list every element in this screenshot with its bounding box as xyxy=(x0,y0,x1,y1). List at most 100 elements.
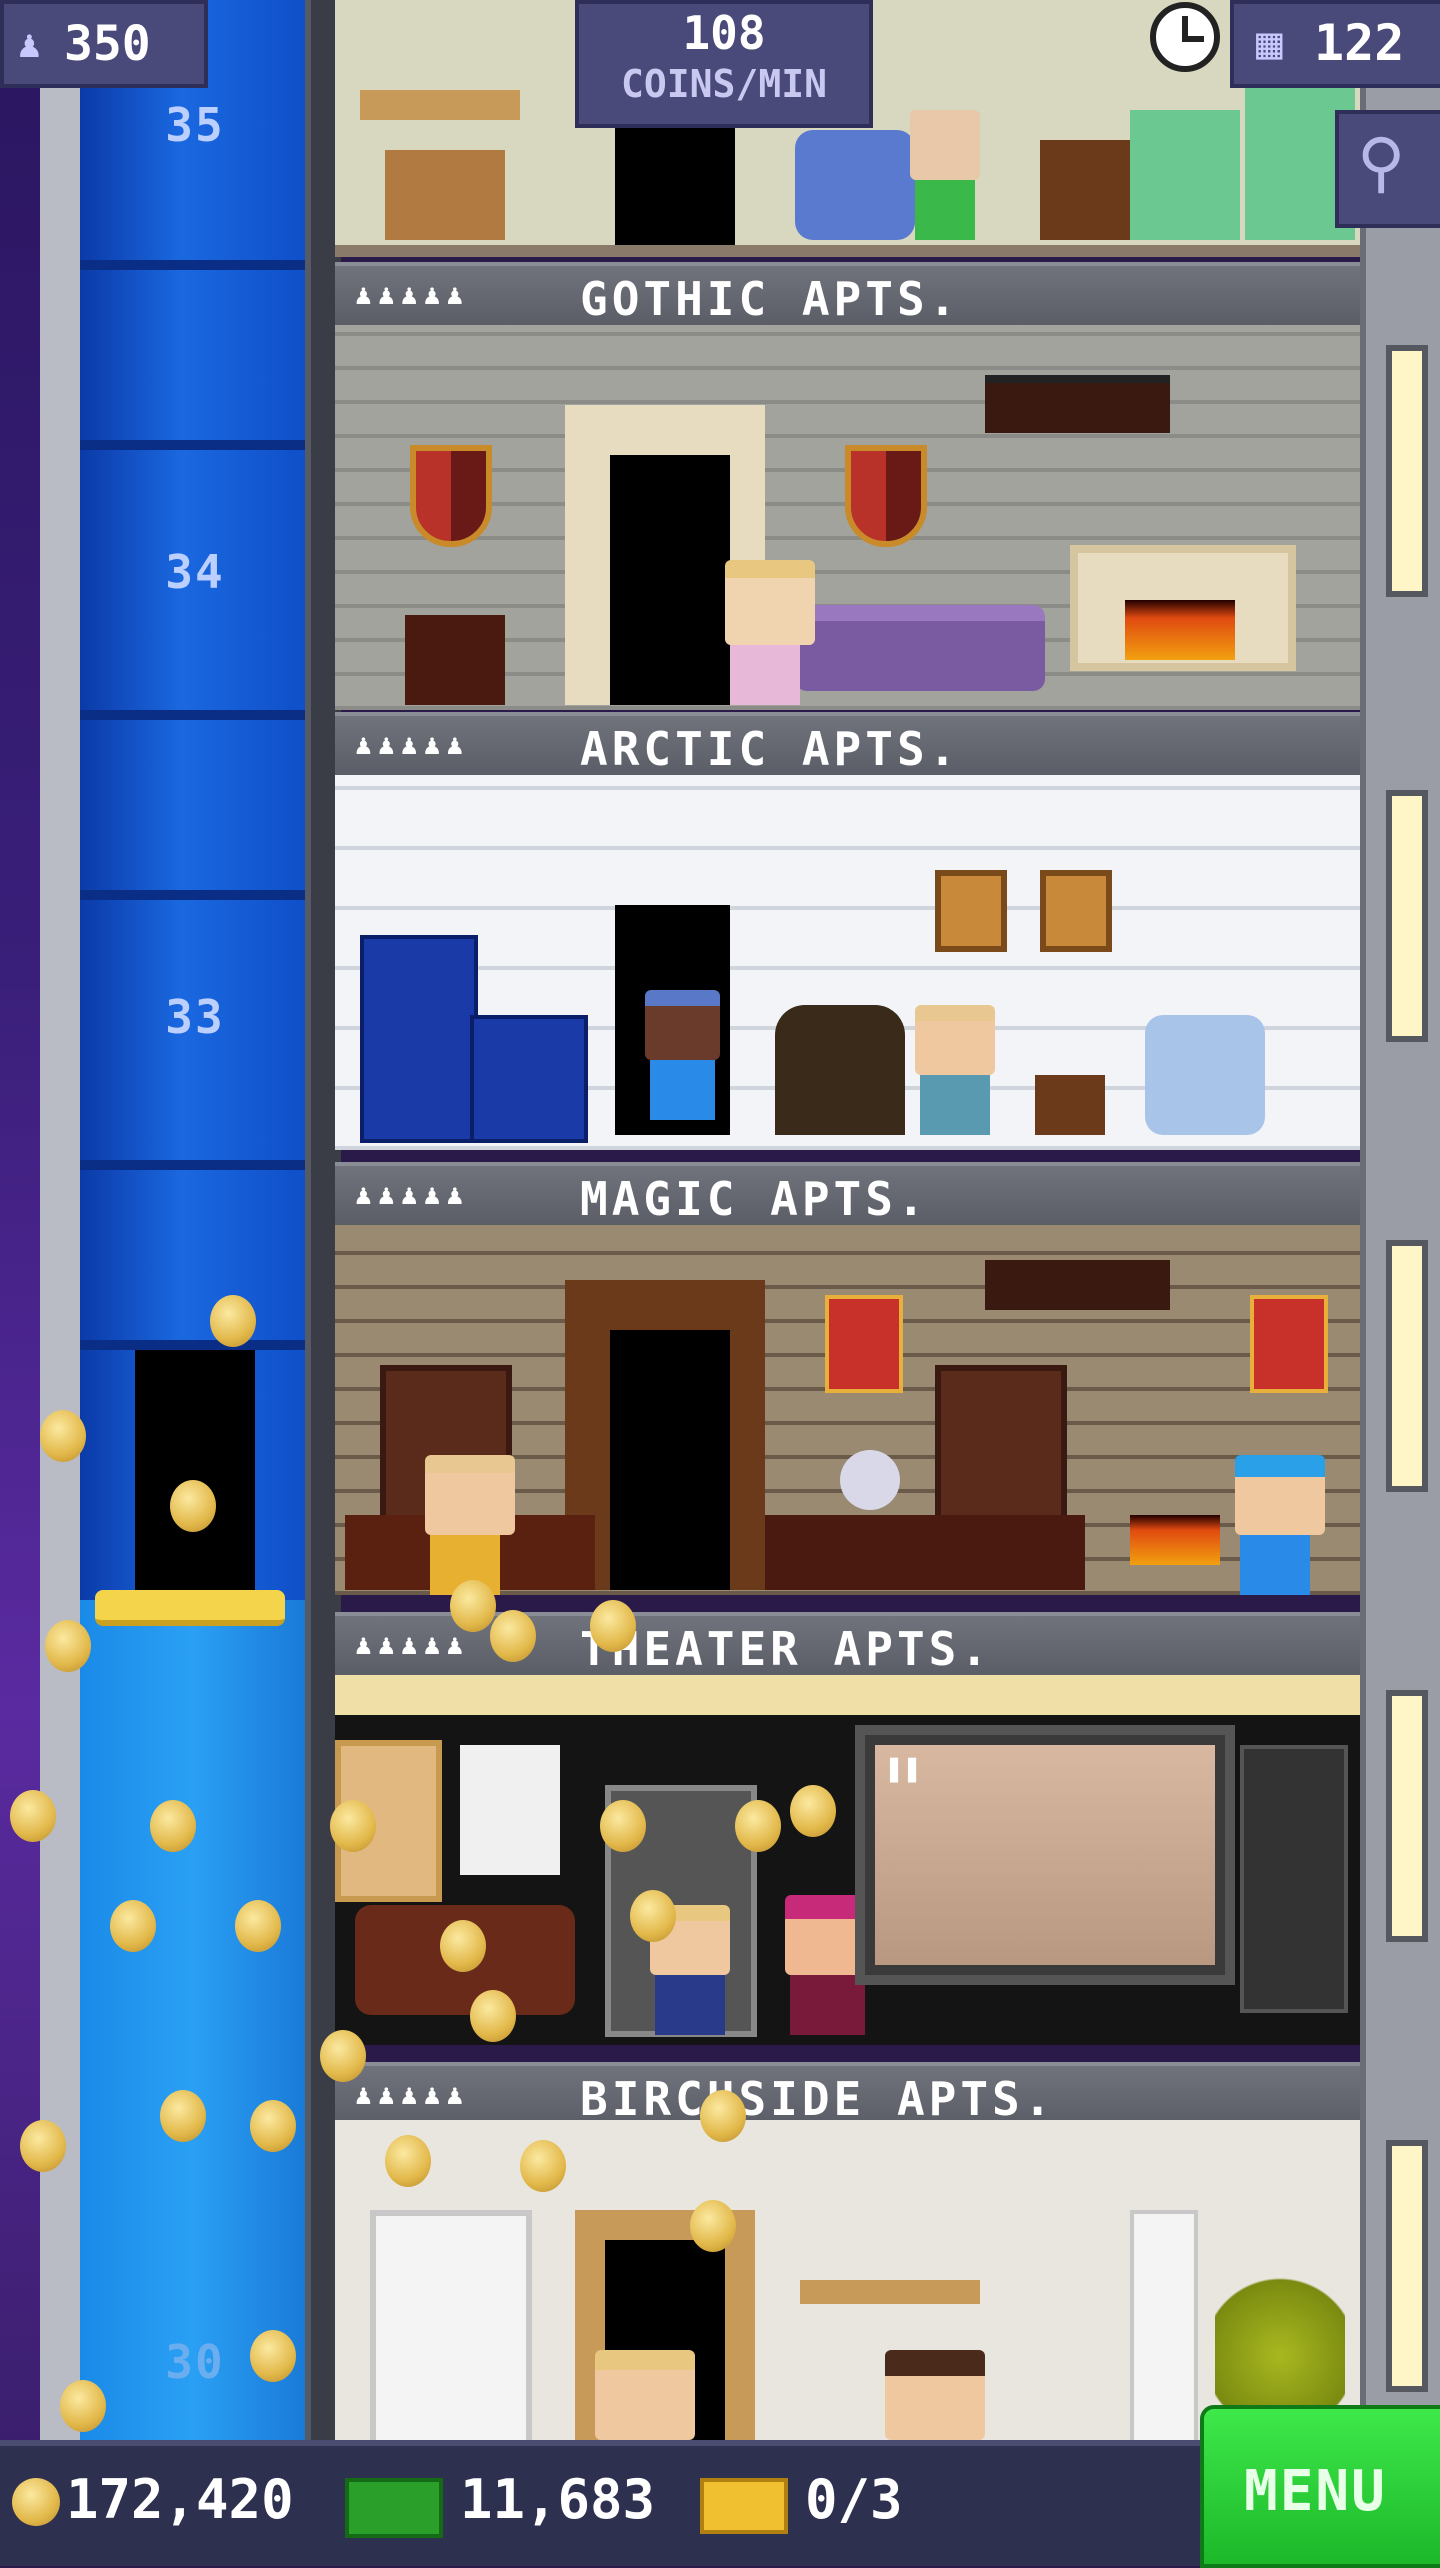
tower-bux-total[interactable]: 11,683 xyxy=(460,2468,655,2531)
coin-icon[interactable] xyxy=(735,1800,781,1852)
coin-icon[interactable] xyxy=(150,1800,196,1852)
pause-icon[interactable]: ❚❚ xyxy=(885,1751,921,1786)
coin-icon[interactable] xyxy=(160,2090,206,2142)
elevator-floor-number: 30 xyxy=(165,2335,225,2389)
shaft-divider xyxy=(80,440,305,450)
television[interactable]: ❚❚ xyxy=(855,1725,1235,1985)
resident[interactable] xyxy=(910,110,980,245)
wall-shelf xyxy=(800,2280,980,2304)
coin-icon[interactable] xyxy=(60,2380,106,2432)
coin-icon[interactable] xyxy=(250,2330,296,2382)
sky-background xyxy=(0,0,40,2440)
coin-icon[interactable] xyxy=(40,1410,86,1462)
room-door xyxy=(610,455,730,705)
coin-icon[interactable] xyxy=(210,1295,256,1347)
bookshelf xyxy=(935,1365,1067,1527)
elevator-floor-number: 35 xyxy=(165,98,225,152)
search-button[interactable]: ⚲ xyxy=(1335,110,1440,228)
coins-total[interactable]: 172,420 xyxy=(66,2468,294,2531)
floor-name: GOTHIC APTS. xyxy=(580,272,961,326)
resident[interactable] xyxy=(425,1455,515,1595)
coin-icon[interactable] xyxy=(250,2100,296,2152)
coin-icon xyxy=(12,2478,60,2526)
resident[interactable] xyxy=(915,1005,995,1135)
fireplace-flame xyxy=(1125,600,1235,660)
coin-icon[interactable] xyxy=(320,2030,366,2082)
coin-icon[interactable] xyxy=(45,1620,91,1672)
coin-icon[interactable] xyxy=(440,1920,486,1972)
resident[interactable] xyxy=(725,560,815,705)
resident[interactable] xyxy=(645,990,720,1130)
resident-body xyxy=(920,1075,990,1135)
resident[interactable] xyxy=(1235,1455,1325,1595)
floor-room-gothic[interactable] xyxy=(335,325,1360,710)
shaft-divider xyxy=(80,710,305,720)
coin-icon[interactable] xyxy=(630,1890,676,1942)
floor-banner-gothic[interactable]: ♟♟♟♟♟ GOTHIC APTS. xyxy=(335,262,1360,330)
tv-screen xyxy=(875,1745,1215,1965)
floor-name: MAGIC APTS. xyxy=(580,1172,929,1226)
floors-value: 122 xyxy=(1314,14,1405,72)
coin-icon[interactable] xyxy=(700,2090,746,2142)
elevator-car[interactable] xyxy=(80,1600,305,2440)
stage-lights-rail xyxy=(335,1675,1360,1715)
population-counter[interactable]: ♟ 350 xyxy=(0,0,208,88)
chandelier xyxy=(985,1260,1170,1310)
coin-rate-panel: 108 COINS/MIN xyxy=(575,0,873,128)
tickets-count[interactable]: 0/3 xyxy=(805,2468,903,2531)
coin-icon[interactable] xyxy=(235,1900,281,1952)
coin-icon[interactable] xyxy=(20,2120,66,2172)
window-shutter xyxy=(1130,2210,1198,2448)
shaft-divider xyxy=(80,1340,305,1350)
resident-head xyxy=(885,2350,985,2440)
residents-icons: ♟♟♟♟♟ xyxy=(355,728,470,761)
chandelier xyxy=(985,375,1170,433)
floor-room-birchside[interactable] xyxy=(335,2120,1360,2452)
coin-icon[interactable] xyxy=(10,1790,56,1842)
coin-rate-unit: COINS/MIN xyxy=(621,62,827,106)
floor-banner-magic[interactable]: ♟♟♟♟♟ MAGIC APTS. xyxy=(335,1162,1360,1230)
menu-button[interactable]: MENU xyxy=(1200,2405,1440,2568)
coin-icon[interactable] xyxy=(450,1580,496,1632)
floor-room-magic[interactable] xyxy=(335,1225,1360,1595)
tower-bux-icon xyxy=(345,2478,443,2538)
window-light xyxy=(1386,2140,1428,2392)
resident-body xyxy=(655,1975,725,2035)
resident-body xyxy=(730,645,800,705)
residents-icons: ♟♟♟♟♟ xyxy=(355,1178,470,1211)
resident-head xyxy=(910,110,980,180)
coin-icon[interactable] xyxy=(490,1610,536,1662)
coin-icon[interactable] xyxy=(600,1800,646,1852)
elevator-doorway xyxy=(135,1350,255,1590)
desk xyxy=(765,1515,1085,1590)
room-door xyxy=(615,125,735,255)
resident[interactable] xyxy=(595,2350,695,2440)
elevator-floor-number: 34 xyxy=(165,545,225,599)
bookshelf xyxy=(370,2210,532,2452)
floor-room-arctic[interactable] xyxy=(335,775,1360,1150)
floors-counter[interactable]: ▦ 122 xyxy=(1230,0,1440,88)
resident[interactable] xyxy=(885,2350,985,2440)
clock-icon[interactable] xyxy=(1150,2,1220,72)
window-light xyxy=(1386,1240,1428,1492)
coin-icon[interactable] xyxy=(110,1900,156,1952)
coin-icon[interactable] xyxy=(170,1480,216,1532)
walrus-pet[interactable] xyxy=(775,1005,905,1135)
person-icon: ♟ xyxy=(18,22,41,66)
coin-icon[interactable] xyxy=(690,2200,736,2252)
coin-icon[interactable] xyxy=(385,2135,431,2187)
population-value: 350 xyxy=(64,16,151,72)
coin-icon[interactable] xyxy=(590,1600,636,1652)
coin-icon[interactable] xyxy=(790,1785,836,1837)
coin-icon[interactable] xyxy=(520,2140,566,2192)
resident-head xyxy=(1235,1455,1325,1535)
armchair xyxy=(1145,1015,1265,1135)
window-light xyxy=(1386,345,1428,597)
resident-head xyxy=(725,560,815,645)
floor-banner-arctic[interactable]: ♟♟♟♟♟ ARCTIC APTS. xyxy=(335,712,1360,780)
fireplace-flame xyxy=(1130,1515,1220,1565)
coin-icon[interactable] xyxy=(330,1800,376,1852)
coin-icon[interactable] xyxy=(470,1990,516,2042)
wall-banner xyxy=(825,1295,903,1393)
resident-head xyxy=(645,990,720,1060)
